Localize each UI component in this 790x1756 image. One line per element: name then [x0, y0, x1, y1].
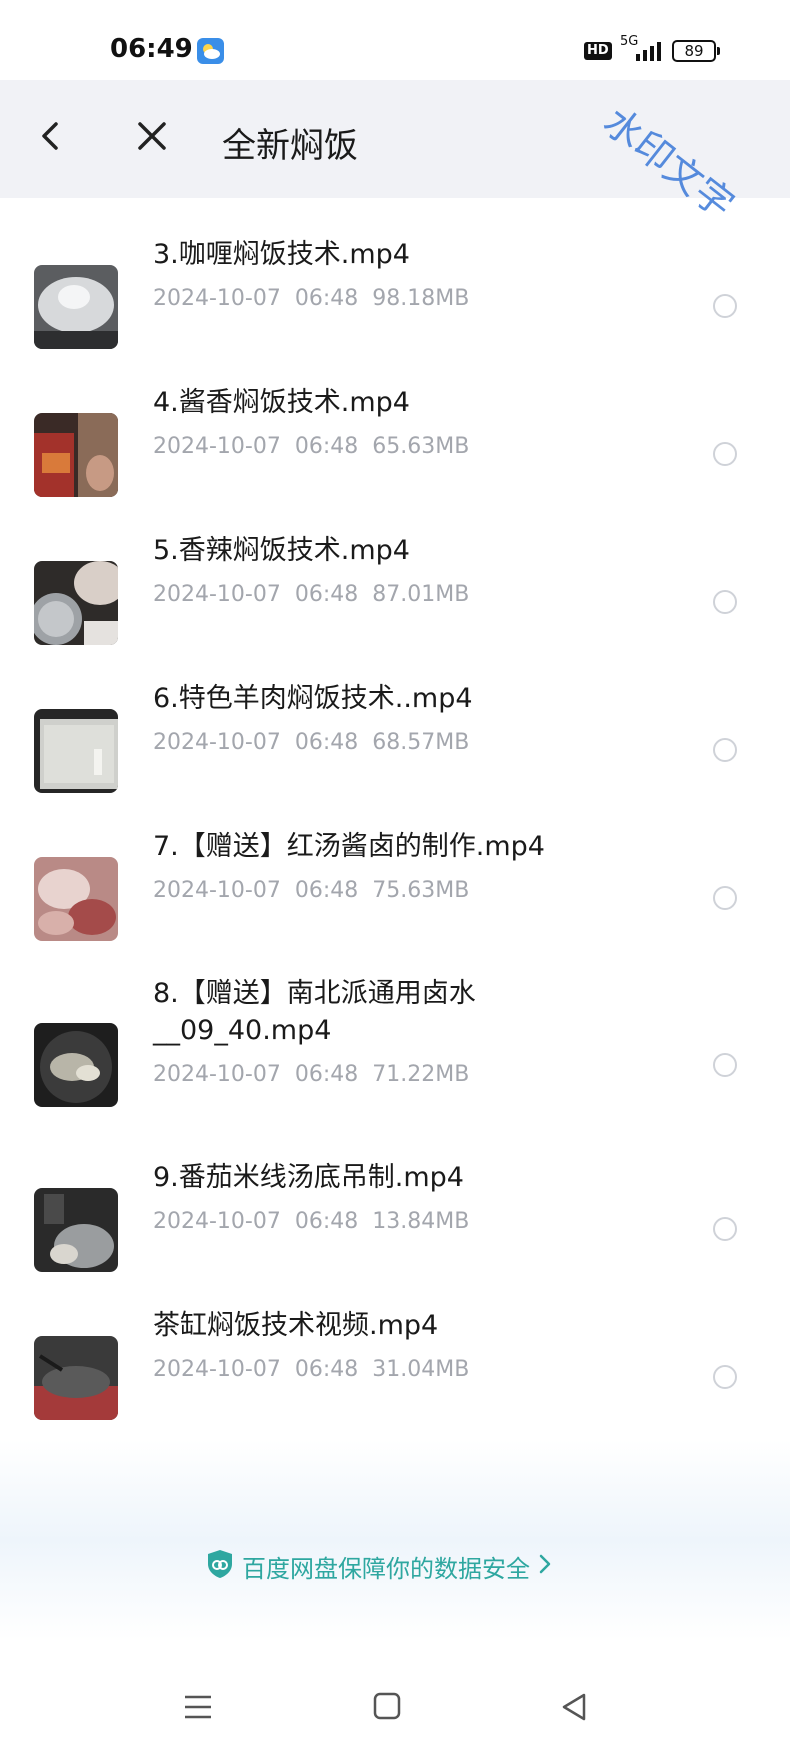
file-name: 7.【赠送】红汤酱卤的制作.mp4	[153, 831, 545, 862]
battery-icon: 89	[672, 40, 716, 62]
select-radio-icon[interactable]	[713, 738, 737, 762]
video-thumbnail	[34, 1336, 118, 1420]
file-meta: 2024-10-07 06:48 65.63MB	[153, 434, 469, 459]
file-name: 茶缸焖饭技术视频.mp4	[153, 1310, 439, 1341]
security-text: 百度网盘保障你的数据安全	[242, 1554, 530, 1583]
file-name: 5.香辣焖饭技术.mp4	[153, 535, 410, 566]
file-meta: 2024-10-07 06:48 68.57MB	[153, 730, 469, 755]
file-time: 06:48	[294, 286, 359, 311]
select-radio-icon[interactable]	[713, 1365, 737, 1389]
file-date: 2024-10-07	[153, 1357, 281, 1382]
select-radio-icon[interactable]	[713, 1053, 737, 1077]
select-radio-icon[interactable]	[713, 294, 737, 318]
shield-icon	[206, 1549, 234, 1583]
file-size: 65.63MB	[372, 434, 470, 459]
file-time: 06:48	[294, 1062, 359, 1087]
footer-background	[0, 1440, 790, 1640]
file-meta: 2024-10-07 06:48 87.01MB	[153, 582, 469, 607]
file-time: 06:48	[294, 1357, 359, 1382]
select-radio-icon[interactable]	[713, 1217, 737, 1241]
file-time: 06:48	[294, 1209, 359, 1234]
file-size: 98.18MB	[372, 286, 470, 311]
file-name: 4.酱香焖饭技术.mp4	[153, 387, 410, 418]
file-meta: 2024-10-07 06:48 31.04MB	[153, 1357, 469, 1382]
video-thumbnail	[34, 709, 118, 793]
battery-level: 89	[684, 42, 704, 60]
file-date: 2024-10-07	[153, 582, 281, 607]
file-date: 2024-10-07	[153, 1209, 281, 1234]
file-name: 9.番茄米线汤底吊制.mp4	[153, 1162, 464, 1193]
file-date: 2024-10-07	[153, 730, 281, 755]
select-radio-icon[interactable]	[713, 886, 737, 910]
close-button[interactable]	[130, 114, 174, 158]
file-name: 3.咖喱焖饭技术.mp4	[153, 239, 410, 270]
video-thumbnail	[34, 857, 118, 941]
file-size: 31.04MB	[372, 1357, 470, 1382]
file-meta: 2024-10-07 06:48 75.63MB	[153, 878, 469, 903]
file-meta: 2024-10-07 06:48 71.22MB	[153, 1062, 469, 1087]
data-security-link[interactable]: 百度网盘保障你的数据安全	[206, 1548, 552, 1584]
file-meta: 2024-10-07 06:48 98.18MB	[153, 286, 469, 311]
file-date: 2024-10-07	[153, 286, 281, 311]
file-size: 68.57MB	[372, 730, 470, 755]
hd-badge: HD	[584, 42, 612, 60]
file-time: 06:48	[294, 582, 359, 607]
video-thumbnail	[34, 265, 118, 349]
file-date: 2024-10-07	[153, 434, 281, 459]
file-size: 75.63MB	[372, 878, 470, 903]
file-size: 87.01MB	[372, 582, 470, 607]
status-time: 06:49	[110, 34, 193, 64]
file-date: 2024-10-07	[153, 878, 281, 903]
file-size: 71.22MB	[372, 1062, 470, 1087]
video-thumbnail	[34, 413, 118, 497]
file-time: 06:48	[294, 730, 359, 755]
system-nav-bar	[0, 1660, 790, 1756]
signal-icon	[634, 40, 666, 66]
battery-tip	[717, 47, 720, 55]
video-thumbnail	[34, 561, 118, 645]
file-size: 13.84MB	[372, 1209, 470, 1234]
file-time: 06:48	[294, 434, 359, 459]
video-thumbnail	[34, 1188, 118, 1272]
chevron-right-icon	[538, 1553, 552, 1579]
page-title: 全新焖饭	[222, 126, 358, 166]
file-name: 8.【赠送】南北派通用卤水 __09_40.mp4	[153, 978, 476, 1046]
chevron-left-icon	[42, 122, 58, 150]
weather-icon	[197, 38, 224, 64]
close-icon	[138, 122, 166, 150]
status-bar: 06:49 HD 5G 89	[0, 0, 790, 80]
file-date: 2024-10-07	[153, 1062, 281, 1087]
file-meta: 2024-10-07 06:48 13.84MB	[153, 1209, 469, 1234]
file-time: 06:48	[294, 878, 359, 903]
select-radio-icon[interactable]	[713, 590, 737, 614]
select-radio-icon[interactable]	[713, 442, 737, 466]
file-name: 6.特色羊肉焖饭技术..mp4	[153, 683, 473, 714]
back-button[interactable]	[30, 114, 74, 158]
menu-icon[interactable]	[183, 1692, 213, 1726]
triangle-back-icon[interactable]	[560, 1692, 588, 1726]
home-square-icon[interactable]	[373, 1692, 401, 1724]
video-thumbnail	[34, 1023, 118, 1107]
